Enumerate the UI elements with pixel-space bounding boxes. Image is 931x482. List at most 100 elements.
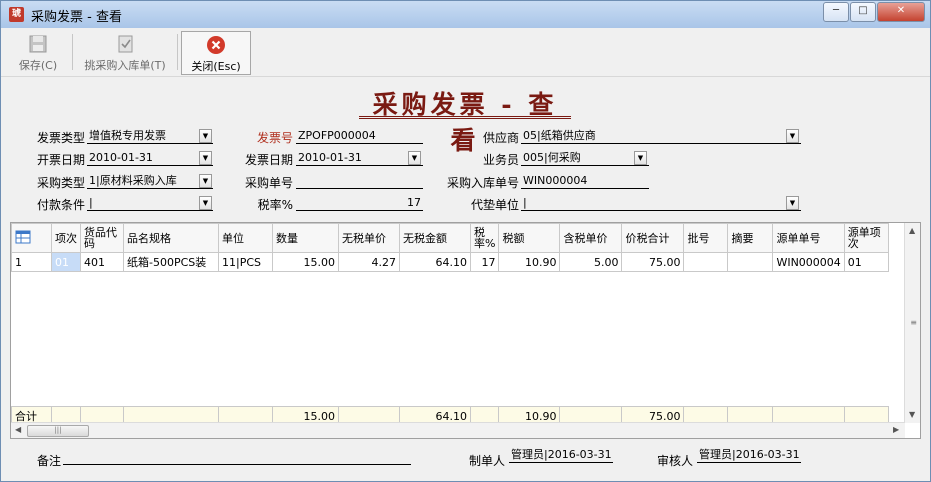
purchase-type-field[interactable]: 1|原材料采购入库 — [87, 173, 213, 189]
purchase-type-label: 采购类型 — [36, 176, 85, 190]
supplier-field[interactable]: 05|纸箱供应商 — [521, 128, 801, 144]
table-row[interactable]: 1 01 401 纸箱-500PCS装 11|PCS 15.00 4.27 64… — [11, 252, 889, 272]
column-header[interactable]: 品名规格 — [123, 223, 219, 253]
column-header[interactable]: 价税合计 — [621, 223, 685, 253]
chevron-down-icon: ▼ — [202, 177, 209, 185]
invoice-type-dropdown[interactable]: ▼ — [199, 129, 212, 143]
column-header[interactable]: 摘要 — [727, 223, 774, 253]
save-button[interactable]: 保存(C) — [12, 31, 64, 73]
column-header[interactable]: 货品代码 — [80, 223, 124, 253]
form-title: 采购发票 - 查看 — [372, 90, 558, 155]
column-settings-header[interactable] — [11, 223, 52, 253]
invoice-date-dropdown[interactable]: ▼ — [408, 151, 421, 165]
chevron-down-icon: ▼ — [789, 132, 796, 140]
tax-rate-field[interactable]: 17 — [296, 195, 423, 211]
column-header[interactable]: 税额 — [498, 223, 561, 253]
toolbar: 保存(C) 挑采购入库单(T) 关闭(Esc) — [1, 28, 930, 77]
salesman-field[interactable]: 005|何采购 — [521, 150, 649, 166]
column-header[interactable]: 数量 — [272, 223, 339, 253]
advance-unit-field[interactable]: | — [521, 195, 801, 211]
maker-field: 管理员|2016-03-31 — [509, 448, 613, 463]
column-header[interactable]: 批号 — [683, 223, 729, 253]
grid-settings-icon — [15, 230, 31, 244]
total-cell[interactable]: 75.00 — [621, 252, 685, 272]
source-seq-cell[interactable]: 01 — [843, 252, 889, 272]
auditor-field: 管理员|2016-03-31 — [697, 448, 801, 463]
receipt-no-label: 采购入库单号 — [446, 176, 519, 190]
invoice-no-label: 发票号 — [256, 131, 293, 145]
source-no-cell[interactable]: WIN000004 — [772, 252, 845, 272]
purchase-type-dropdown[interactable]: ▼ — [199, 174, 212, 188]
vertical-scrollbar[interactable]: ▲ ≡ ▼ — [904, 223, 920, 423]
close-window-button[interactable]: ✕ — [877, 2, 925, 22]
column-header[interactable]: 含税单价 — [559, 223, 623, 253]
invoice-type-field[interactable]: 增值税专用发票 — [87, 128, 213, 144]
payment-terms-dropdown[interactable]: ▼ — [199, 196, 212, 210]
title-bar: 琥 采购发票 - 查看 ─ □ ✕ — [1, 1, 930, 28]
item-seq-cell[interactable]: 01 — [51, 252, 81, 272]
app-icon: 琥 — [9, 7, 24, 22]
column-header[interactable]: 项次 — [51, 223, 81, 253]
receipt-no-field[interactable]: WIN000004 — [521, 173, 649, 189]
tax-price-cell[interactable]: 5.00 — [559, 252, 623, 272]
goods-code-cell[interactable]: 401 — [80, 252, 124, 272]
header-row: 项次 货品代码 品名规格 单位 数量 无税单价 无税金额 税率% 税额 含税单价… — [11, 223, 889, 253]
supplier-dropdown[interactable]: ▼ — [786, 129, 799, 143]
tax-rate-cell[interactable]: 17 — [469, 252, 500, 272]
maximize-icon: □ — [858, 5, 868, 16]
scroll-grip-icon[interactable]: ≡ — [910, 318, 917, 327]
column-header[interactable]: 单位 — [218, 223, 273, 253]
column-header[interactable]: 源单单号 — [772, 223, 845, 253]
title-underline — [359, 116, 571, 117]
close-button[interactable]: 关闭(Esc) — [181, 31, 251, 75]
scroll-down-icon[interactable]: ▼ — [909, 410, 915, 419]
minimize-button[interactable]: ─ — [823, 2, 849, 22]
scroll-grip-icon: ||| — [54, 426, 62, 434]
remark-label: 备注 — [36, 454, 61, 468]
tax-cell[interactable]: 10.90 — [498, 252, 561, 272]
chevron-down-icon: ▼ — [202, 154, 209, 162]
remark-field[interactable] — [63, 449, 411, 465]
maximize-button[interactable]: □ — [850, 2, 876, 22]
batch-cell[interactable] — [683, 252, 729, 272]
pick-receipt-button[interactable]: 挑采购入库单(T) — [78, 31, 172, 73]
document-check-icon — [118, 35, 133, 53]
column-header[interactable]: 无税金额 — [399, 223, 471, 253]
advance-unit-label: 代垫单位 — [470, 198, 519, 212]
invoice-no-field[interactable]: ZPOFP000004 — [296, 128, 423, 144]
toolbar-separator — [72, 34, 73, 70]
chevron-down-icon: ▼ — [202, 199, 209, 207]
detail-table: 项次 货品代码 品名规格 单位 数量 无税单价 无税金额 税率% 税额 含税单价… — [11, 223, 889, 426]
maker-label: 制单人 — [468, 454, 505, 468]
advance-unit-dropdown[interactable]: ▼ — [786, 196, 799, 210]
amount-cell[interactable]: 64.10 — [399, 252, 471, 272]
scroll-thumb[interactable]: ||| — [27, 425, 89, 437]
quantity-cell[interactable]: 15.00 — [272, 252, 339, 272]
invoice-date-field[interactable]: 2010-01-31 — [296, 150, 423, 166]
payment-terms-field[interactable]: | — [87, 195, 213, 211]
column-header[interactable]: 源单项次 — [843, 223, 889, 253]
chevron-down-icon: ▼ — [202, 132, 209, 140]
goods-spec-cell[interactable]: 纸箱-500PCS装 — [123, 252, 219, 272]
close-icon: ✕ — [896, 5, 906, 16]
chevron-down-icon: ▼ — [637, 154, 644, 162]
horizontal-scrollbar[interactable]: ◀ ||| ▶ — [11, 422, 905, 438]
unit-price-cell[interactable]: 4.27 — [338, 252, 400, 272]
close-label: 关闭(Esc) — [191, 60, 241, 73]
scroll-left-icon[interactable]: ◀ — [15, 425, 21, 434]
row-number: 1 — [11, 252, 52, 272]
memo-cell[interactable] — [727, 252, 774, 272]
scroll-up-icon[interactable]: ▲ — [909, 226, 915, 235]
unit-cell[interactable]: 11|PCS — [218, 252, 273, 272]
bill-date-field[interactable]: 2010-01-31 — [87, 150, 213, 166]
scroll-right-icon[interactable]: ▶ — [893, 425, 899, 434]
tax-rate-label: 税率% — [257, 198, 293, 212]
supplier-label: 供应商 — [482, 131, 519, 145]
salesman-dropdown[interactable]: ▼ — [634, 151, 647, 165]
close-circle-icon — [207, 36, 225, 54]
column-header[interactable]: 税率% — [469, 223, 500, 253]
bill-date-dropdown[interactable]: ▼ — [199, 151, 212, 165]
detail-grid[interactable]: 项次 货品代码 品名规格 单位 数量 无税单价 无税金额 税率% 税额 含税单价… — [10, 222, 921, 439]
column-header[interactable]: 无税单价 — [338, 223, 400, 253]
purchase-order-field[interactable] — [296, 173, 423, 189]
